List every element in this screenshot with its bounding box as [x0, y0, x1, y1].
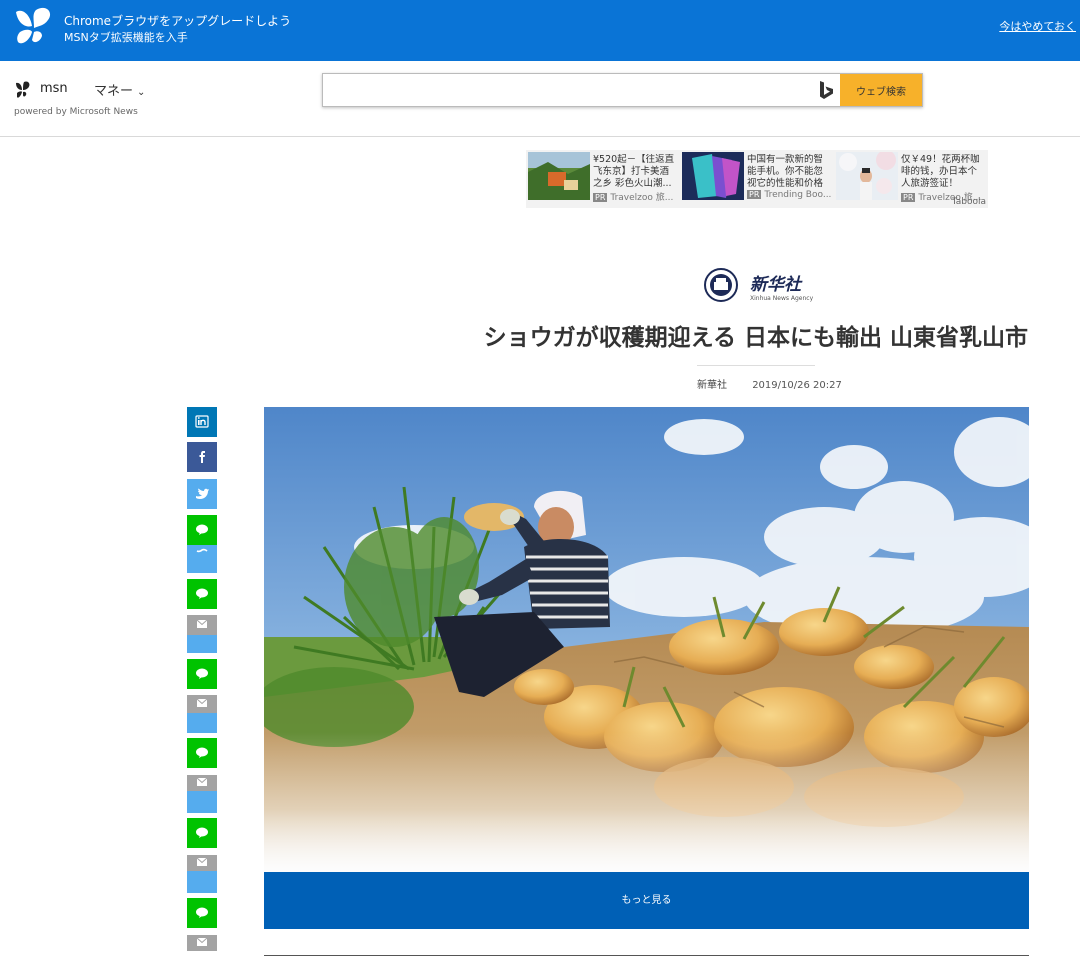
mail-icon [196, 937, 208, 946]
share-twitter-button[interactable] [187, 545, 217, 573]
agency-logo: 新华社 Xinhua News Agency [704, 268, 814, 306]
agency-name-en: Xinhua News Agency [750, 295, 814, 302]
linkedin-icon [195, 415, 209, 428]
ad-item[interactable]: 仅￥49！花两杯咖啡的钱，办日本个人旅游签证！ PR Travelzoo 旅... [834, 152, 986, 203]
web-search-button[interactable]: ウェブ検索 [840, 74, 922, 106]
mail-icon [196, 619, 208, 628]
ad-source: PR Travelzoo 旅... [593, 190, 673, 203]
ad-text: ¥520起－【往返直飞东京】打卡美酒之乡 彩色火山潮... [593, 154, 675, 189]
line-icon [196, 524, 208, 535]
ad-item[interactable]: 中国有一款新的智能手机。你不能忽视它的性能和价格 PR Trending Boo.… [680, 152, 832, 202]
share-mail-button[interactable] [187, 935, 217, 951]
article-title: ショウガが収穫期迎える 日本にも輸出 山東省乳山市 [483, 325, 1028, 351]
ad-text: 仅￥49！花两杯咖啡的钱，办日本个人旅游签证！ [901, 154, 980, 189]
site-header: msn マネー ⌄ powered by Microsoft News ウェブ検索 [0, 61, 1080, 137]
share-line-button[interactable] [187, 579, 217, 609]
mail-icon [196, 777, 208, 786]
line-icon [196, 907, 208, 918]
share-twitter-button[interactable] [187, 635, 217, 653]
section-dropdown[interactable]: マネー ⌄ [94, 80, 145, 99]
twitter-icon [196, 548, 208, 553]
share-twitter-button[interactable] [187, 791, 217, 813]
article-date: 2019/10/26 20:27 [752, 380, 842, 391]
share-twitter-button[interactable] [187, 871, 217, 893]
line-icon [196, 827, 208, 838]
line-icon [196, 747, 208, 758]
chevron-down-icon: ⌄ [137, 87, 146, 98]
twitter-icon [187, 871, 217, 893]
section-divider [264, 955, 1029, 956]
ad-text: 中国有一款新的智能手机。你不能忽视它的性能和价格 [747, 154, 824, 189]
ginger-harvest-photo [264, 407, 1029, 872]
bing-icon[interactable] [815, 79, 837, 101]
ad-thumbnail [528, 152, 590, 200]
see-more-button[interactable]: もっと見る [264, 872, 1029, 929]
share-line-button[interactable] [187, 659, 217, 689]
share-mail-button[interactable] [187, 695, 217, 713]
share-line-button[interactable] [187, 515, 217, 545]
twitter-icon [187, 791, 217, 813]
pr-badge: PR [747, 190, 762, 199]
search-input[interactable] [323, 74, 813, 106]
article-source[interactable]: 新華社 [697, 380, 727, 391]
line-icon [196, 588, 208, 599]
share-twitter-button[interactable] [187, 713, 217, 733]
article-hero-image[interactable] [264, 407, 1029, 872]
twitter-icon [187, 713, 217, 733]
pr-badge: PR [901, 193, 916, 202]
share-mail-button[interactable] [187, 615, 217, 635]
share-twitter-button[interactable] [187, 479, 217, 509]
section-label: マネー [94, 84, 134, 99]
mail-icon [196, 698, 208, 707]
divider [697, 365, 815, 366]
ad-thumbnail [682, 152, 744, 200]
facebook-icon [199, 451, 205, 463]
msn-brand[interactable]: msn [40, 81, 68, 96]
ad-item[interactable]: ¥520起－【往返直飞东京】打卡美酒之乡 彩色火山潮... PR Travelzo… [526, 152, 678, 203]
promo-subline: MSNタブ拡張機能を入手 [64, 31, 188, 44]
share-facebook-button[interactable] [187, 442, 217, 472]
powered-by-text: powered by Microsoft News [14, 107, 138, 117]
mail-icon [196, 857, 208, 866]
pr-badge: PR [593, 193, 608, 202]
upgrade-promo-banner: Chromeブラウザをアップグレードしよう MSNタブ拡張機能を入手 今はやめて… [0, 0, 1080, 61]
search-bar: ウェブ検索 [322, 73, 923, 107]
promo-headline: Chromeブラウザをアップグレードしよう [64, 14, 292, 28]
taboola-label[interactable]: Taboola [952, 197, 986, 207]
msn-logo-icon[interactable] [14, 81, 32, 99]
xinhua-seal-icon [704, 268, 738, 302]
ad-source: PR Trending Boo... [747, 190, 831, 200]
sponsored-strip: ¥520起－【往返直飞东京】打卡美酒之乡 彩色火山潮... PR Travelzo… [526, 150, 988, 208]
article-meta: 新華社 2019/10/26 20:27 [697, 376, 842, 391]
twitter-icon [187, 635, 217, 653]
ad-source-name: Travelzoo 旅... [610, 193, 674, 203]
share-linkedin-button[interactable] [187, 407, 217, 437]
share-line-button[interactable] [187, 818, 217, 848]
share-mail-button[interactable] [187, 775, 217, 791]
ad-thumbnail [836, 152, 898, 200]
share-line-button[interactable] [187, 898, 217, 928]
line-icon [196, 668, 208, 679]
ad-source-name: Trending Boo... [764, 190, 832, 200]
twitter-icon [196, 488, 209, 499]
msn-butterfly-icon [16, 7, 51, 44]
dismiss-link[interactable]: 今はやめておく [999, 18, 1076, 34]
agency-name-cn: 新华社 [750, 275, 801, 295]
share-line-button[interactable] [187, 738, 217, 768]
share-mail-button[interactable] [187, 855, 217, 871]
